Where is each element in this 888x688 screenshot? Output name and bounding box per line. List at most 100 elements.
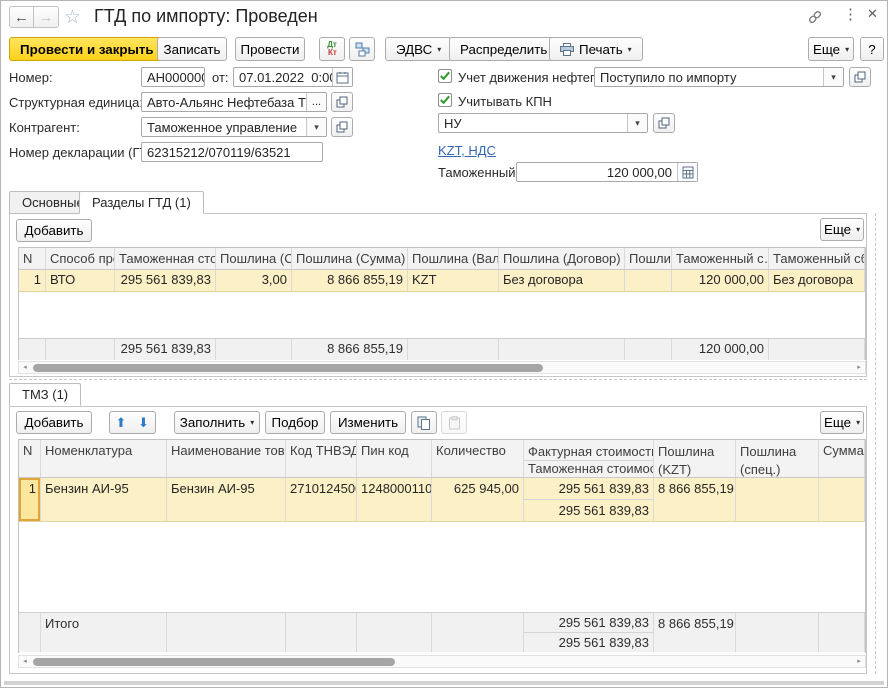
totals-cell	[46, 339, 115, 360]
more-menu-icon[interactable]: ⋮	[843, 5, 858, 23]
print-button[interactable]: Печать ▾	[549, 37, 643, 61]
edit-button[interactable]: Изменить	[330, 411, 406, 434]
document-movements-button[interactable]	[349, 37, 375, 61]
paste-button[interactable]	[441, 411, 467, 434]
scroll-right-icon[interactable]: ▸	[853, 656, 865, 667]
help-button[interactable]: ?	[860, 37, 884, 61]
tmz-more-button[interactable]: Еще ▾	[820, 411, 864, 434]
post-and-close-button[interactable]: Провести и закрыть	[9, 37, 165, 61]
add-section-button[interactable]: Добавить	[16, 219, 92, 242]
cell-quantity[interactable]: 625 945,00	[432, 478, 524, 521]
table-row[interactable]: 1 ВТО 295 561 839,83 3,00 8 866 855,19 K…	[19, 270, 865, 292]
currency-vat-link[interactable]: KZT, НДС	[438, 143, 496, 158]
tab-gtd-sections[interactable]: Разделы ГТД (1)	[79, 191, 204, 214]
post-button[interactable]: Провести	[235, 37, 305, 61]
document-window: ← → ☆ ГТД по импорту: Проведен ⋮ ✕ Прове…	[0, 0, 888, 688]
open-counterparty-button[interactable]	[331, 117, 353, 137]
cell-values-split[interactable]: 295 561 839,83 295 561 839,83	[524, 478, 654, 521]
cell-customs-value[interactable]: 295 561 839,83	[115, 270, 216, 291]
column-header: Пошлина (Договор)	[499, 248, 625, 269]
check-icon	[439, 94, 451, 106]
calendar-icon[interactable]	[332, 68, 352, 86]
panel-splitter[interactable]	[9, 379, 867, 380]
cell-duty-spec[interactable]	[736, 478, 819, 521]
pick-button[interactable]: Подбор	[265, 411, 325, 434]
dtkt-postings-button[interactable]: Дт Кт	[319, 37, 345, 61]
cell-invoice-value[interactable]: 295 561 839,83	[524, 478, 653, 500]
scroll-left-icon[interactable]: ◂	[19, 362, 31, 373]
print-label: Печать	[579, 42, 623, 57]
customs-fee-input[interactable]: 120 000,00	[516, 162, 698, 182]
back-button[interactable]: ←	[9, 6, 34, 28]
scrollbar-thumb[interactable]	[33, 364, 543, 372]
check-icon	[439, 70, 451, 82]
cell-nomenclature[interactable]: Бензин АИ-95	[41, 478, 167, 521]
scroll-left-icon[interactable]: ◂	[19, 656, 31, 667]
move-up-button[interactable]: ⬆	[109, 411, 133, 434]
open-structural-unit-button[interactable]	[331, 92, 353, 112]
cell-fee-contract[interactable]: Без договора	[769, 270, 865, 291]
cell-duty-contract[interactable]: Без договора	[499, 270, 625, 291]
copy-link-icon[interactable]	[807, 9, 823, 25]
structural-unit-label: Структурная единица:	[9, 95, 143, 110]
nu-select[interactable]: НУ ▾	[438, 113, 648, 133]
close-icon[interactable]: ✕	[867, 6, 878, 22]
cell-sum[interactable]	[819, 478, 865, 521]
totals-values-split: 295 561 839,83 295 561 839,83	[524, 613, 654, 652]
dropdown-caret-icon[interactable]: ▾	[306, 118, 326, 136]
nu-value: НУ	[439, 114, 627, 132]
cell-product-name[interactable]: Бензин АИ-95	[167, 478, 286, 521]
date-input[interactable]: 07.01.2022 0:00:01	[233, 67, 353, 87]
kpn-label: Учитывать КПН	[458, 94, 552, 109]
vertical-splitter[interactable]	[875, 213, 876, 674]
cell-duty-currency[interactable]: KZT	[408, 270, 499, 291]
declaration-number-input[interactable]: 62315212/070119/63521	[141, 142, 323, 162]
copy-button[interactable]	[411, 411, 437, 434]
counterparty-input[interactable]: Таможенное управление ▾	[141, 117, 327, 137]
edvs-label: ЭДВС	[396, 42, 432, 57]
save-button[interactable]: Записать	[157, 37, 227, 61]
favorite-star-icon[interactable]: ☆	[64, 6, 81, 29]
tab-tmz[interactable]: ТМЗ (1)	[9, 383, 81, 406]
horizontal-scrollbar[interactable]: ◂ ▸	[18, 655, 866, 668]
add-item-button[interactable]: Добавить	[16, 411, 92, 434]
structural-unit-input[interactable]: Авто-Альянс Нефтебаза ТОО ...	[141, 92, 327, 112]
horizontal-scrollbar[interactable]: ◂ ▸	[18, 361, 866, 374]
more-button[interactable]: Еще ▾	[808, 37, 854, 61]
dropdown-caret-icon[interactable]: ▾	[823, 68, 843, 86]
cell-customs-value[interactable]: 295 561 839,83	[524, 500, 653, 521]
edvs-button[interactable]: ЭДВС ▾	[385, 37, 452, 61]
scrollbar-track[interactable]	[31, 362, 853, 373]
cell-pin-code[interactable]: 124800011095	[357, 478, 432, 521]
cell-duty-rate[interactable]: 3,00	[216, 270, 292, 291]
page-title: ГТД по импорту: Проведен	[94, 6, 318, 27]
oil-movement-select[interactable]: Поступило по импорту ▾	[594, 67, 844, 87]
move-down-button[interactable]: ⬇	[132, 411, 156, 434]
fill-button[interactable]: Заполнить ▾	[174, 411, 260, 434]
scrollbar-thumb[interactable]	[33, 658, 395, 666]
open-oil-movement-button[interactable]	[849, 67, 871, 87]
cell-customs-fee[interactable]: 120 000,00	[672, 270, 769, 291]
cell-n[interactable]: 1	[19, 478, 41, 521]
cell-tnved-code[interactable]: 2710124500	[286, 478, 357, 521]
cell-method[interactable]: ВТО	[46, 270, 115, 291]
cell-duty-sum[interactable]: 8 866 855,19	[292, 270, 408, 291]
dropdown-caret-icon[interactable]: ▾	[627, 114, 647, 132]
caret-down-icon: ▾	[250, 418, 254, 427]
column-header: Способ про…	[46, 248, 115, 269]
scrollbar-track[interactable]	[31, 656, 853, 667]
number-input[interactable]: АН000000001	[141, 67, 205, 87]
sections-more-button[interactable]: Еще ▾	[820, 218, 864, 241]
scroll-right-icon[interactable]: ▸	[853, 362, 865, 373]
calculator-icon[interactable]	[677, 163, 697, 181]
oil-movement-checkbox[interactable]	[438, 69, 452, 83]
table-row[interactable]: 1 Бензин АИ-95 Бензин АИ-95 2710124500 1…	[19, 478, 865, 522]
cell-duty-extra[interactable]	[625, 270, 672, 291]
nav-group: ← →	[9, 6, 59, 28]
choose-ellipsis-button[interactable]: ...	[306, 93, 326, 111]
cell-duty-kzt[interactable]: 8 866 855,19	[654, 478, 736, 521]
kpn-checkbox[interactable]	[438, 93, 452, 107]
cell-n[interactable]: 1	[19, 270, 46, 291]
forward-button[interactable]: →	[34, 6, 59, 28]
open-nu-button[interactable]	[653, 113, 675, 133]
